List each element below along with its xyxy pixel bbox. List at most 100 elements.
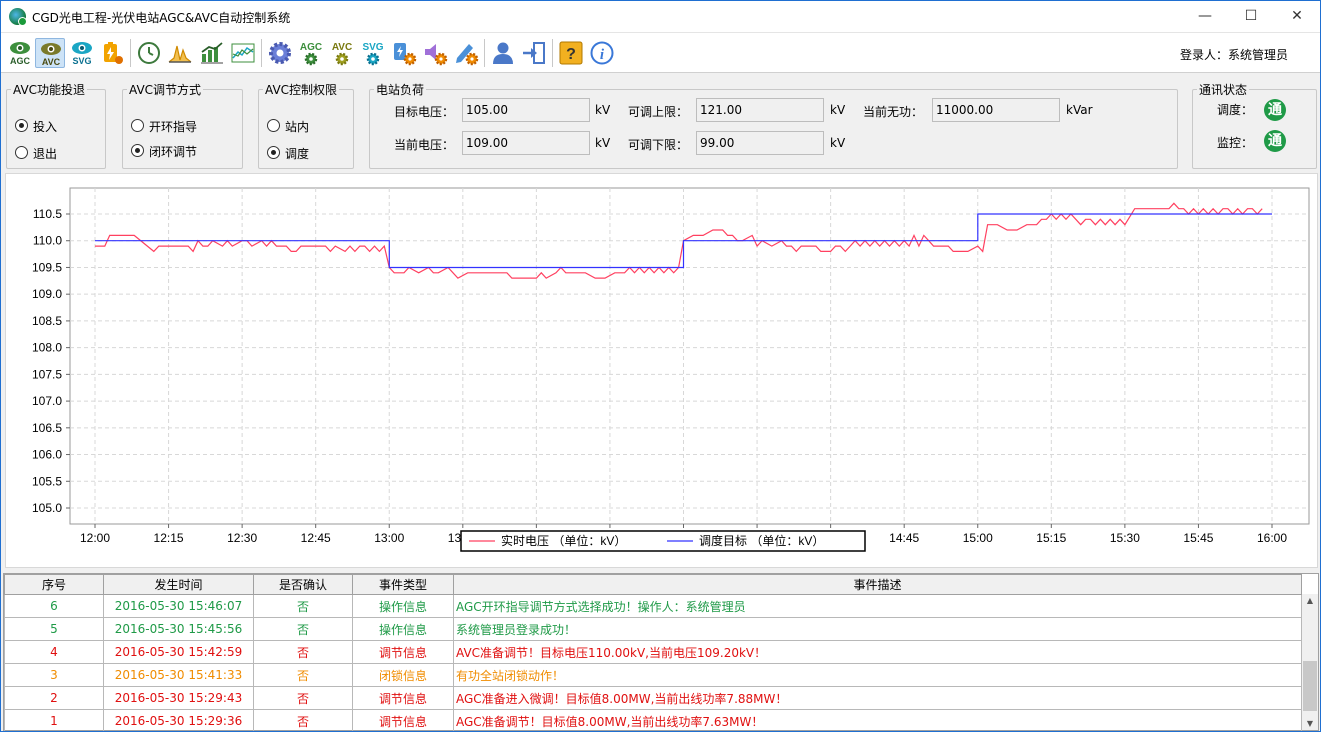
scroll-up-button[interactable]: ▲ bbox=[1302, 596, 1318, 605]
x-tick-label: 12:15 bbox=[154, 531, 184, 545]
table-row[interactable]: 5 2016-05-30 15:45:56 否操作信息 系统管理员登录成功！ bbox=[4, 617, 1302, 641]
avc-mode-group: AVC调节方式 开环指导 闭环调节 bbox=[122, 81, 243, 169]
radio-empty-icon bbox=[15, 146, 28, 159]
station-load-group: 电站负荷 bbox=[369, 81, 1178, 169]
agc-settings-button[interactable]: AGC bbox=[296, 38, 326, 68]
svg-text:AGC: AGC bbox=[10, 56, 31, 66]
logout-button[interactable] bbox=[519, 38, 549, 68]
reactive-power-unit: kVar bbox=[1066, 103, 1093, 117]
toolbar-separator bbox=[484, 39, 485, 67]
table-cell-no: 1 bbox=[4, 709, 104, 731]
y-tick-label: 106.5 bbox=[32, 421, 62, 435]
table-cell-time: 2016-05-30 15:41:33 bbox=[103, 663, 254, 687]
x-tick-label: 13:00 bbox=[374, 531, 404, 545]
column-header[interactable]: 是否确认 bbox=[253, 574, 353, 595]
avc-settings-button[interactable]: AVC bbox=[327, 38, 357, 68]
column-header[interactable]: 事件类型 bbox=[352, 574, 454, 595]
avc-switch-title: AVC功能投退 bbox=[13, 83, 86, 97]
monitor-status-badge: 通 bbox=[1264, 130, 1286, 152]
closed-loop-radio[interactable]: 闭环调节 bbox=[131, 143, 198, 160]
scroll-down-button[interactable]: ▼ bbox=[1302, 719, 1318, 728]
eye-icon: AVC bbox=[41, 43, 61, 67]
scrollbar-thumb[interactable] bbox=[1303, 661, 1317, 711]
table-cell-confirmed: 否 bbox=[253, 640, 353, 664]
y-tick-label: 105.0 bbox=[32, 501, 62, 515]
table-cell-no: 6 bbox=[4, 594, 104, 618]
close-button[interactable]: ✕ bbox=[1274, 1, 1320, 32]
radio-selected-icon bbox=[15, 119, 28, 132]
login-arrow-icon bbox=[523, 42, 545, 64]
y-tick-label: 108.0 bbox=[32, 341, 62, 355]
agc-monitor-button[interactable]: AGC bbox=[5, 38, 35, 68]
avc-authority-title: AVC控制权限 bbox=[265, 83, 338, 97]
table-row[interactable]: 6 2016-05-30 15:46:07 否操作信息 AGC开环指导调节方式选择成功… bbox=[4, 594, 1302, 618]
minimize-button[interactable]: — bbox=[1182, 1, 1228, 32]
toolbar: AGC AVC SVG AGC AVC SVG ? i 登录人：系统管理员 bbox=[1, 32, 1320, 73]
y-tick-label: 110.0 bbox=[33, 234, 62, 248]
svg-monitor-button[interactable]: SVG bbox=[67, 38, 97, 68]
power-button[interactable] bbox=[97, 38, 127, 68]
avc-monitor-button[interactable]: AVC bbox=[35, 38, 65, 68]
target-voltage-field: 105.00 bbox=[462, 98, 590, 122]
about-button[interactable]: i bbox=[587, 38, 617, 68]
column-header[interactable]: 事件描述 bbox=[453, 574, 1302, 595]
avc-mode-title: AVC调节方式 bbox=[129, 83, 202, 97]
voltage-chart-svg: 105.0 105.5 106.0 106.5 107.0 107.5 108.0 108.5… bbox=[32, 187, 1310, 552]
table-cell-desc: 系统管理员登录成功！ bbox=[453, 617, 1302, 641]
radio-empty-icon bbox=[267, 119, 280, 132]
line-chart-button[interactable] bbox=[228, 38, 258, 68]
x-tick-label: 14:45 bbox=[889, 531, 919, 545]
edit-settings-button[interactable] bbox=[451, 38, 481, 68]
avc-switch-group: AVC功能投退 投入 退出 bbox=[6, 81, 106, 169]
peak-chart-button[interactable] bbox=[165, 38, 195, 68]
table-row[interactable]: 4 2016-05-30 15:42:59 否调节信息 AVC准备调节！目标电压110… bbox=[4, 640, 1302, 664]
avc-authority-group: AVC控制权限 站内 调度 bbox=[258, 81, 354, 169]
table-cell-type: 调节信息 bbox=[352, 686, 454, 710]
clock-button[interactable] bbox=[134, 38, 164, 68]
login-user-label: 登录人：系统管理员 bbox=[1179, 48, 1288, 62]
column-header[interactable]: 序号 bbox=[4, 574, 104, 595]
table-row[interactable]: 1 2016-05-30 15:29:36 否调节信息 AGC准备调节！目标值8.00… bbox=[4, 709, 1302, 731]
battery-bolt-icon bbox=[104, 42, 123, 64]
table-cell-desc: AVC准备调节！目标电压110.00kV,当前电压109.20kV！ bbox=[453, 640, 1302, 664]
comm-status-group: 通讯状态 bbox=[1192, 81, 1317, 169]
legend-label: 实时电压 （单位：kV） bbox=[501, 533, 626, 548]
user-icon bbox=[493, 42, 513, 64]
x-tick-label: 16:00 bbox=[1257, 531, 1287, 545]
gear-icon: SVG bbox=[362, 42, 384, 66]
svg-text:AVC: AVC bbox=[332, 42, 352, 53]
sound-settings-button[interactable] bbox=[420, 38, 450, 68]
y-tick-label: 109.0 bbox=[32, 287, 62, 301]
speaker-gear-icon bbox=[425, 44, 448, 66]
station-radio[interactable]: 站内 bbox=[267, 118, 309, 135]
radio-label: 闭环调节 bbox=[149, 145, 198, 159]
table-row[interactable]: 3 2016-05-30 15:41:33 否闭锁信息 有功全站闭锁动作！ bbox=[4, 663, 1302, 687]
table-cell-time: 2016-05-30 15:29:43 bbox=[103, 686, 254, 710]
table-row[interactable]: 2 2016-05-30 15:29:43 否调节信息 AGC准备进入微调！目标值8.… bbox=[4, 686, 1302, 710]
lower-limit-unit: kV bbox=[830, 136, 846, 150]
vertical-scrollbar[interactable]: ▲ ▼ bbox=[1302, 594, 1318, 730]
maximize-button[interactable]: ☐ bbox=[1228, 1, 1274, 32]
x-tick-label: 12:30 bbox=[227, 531, 257, 545]
open-loop-radio[interactable]: 开环指导 bbox=[131, 118, 197, 135]
settings-button[interactable] bbox=[265, 38, 295, 68]
power-settings-button[interactable] bbox=[389, 38, 419, 68]
dispatch-radio[interactable]: 调度 bbox=[267, 145, 309, 162]
bar-chart-button[interactable] bbox=[197, 38, 227, 68]
x-tick-label: 15:30 bbox=[1110, 531, 1140, 545]
plot-area bbox=[69, 187, 1310, 525]
y-tick-label: 110.5 bbox=[33, 207, 62, 221]
table-cell-confirmed: 否 bbox=[253, 617, 353, 641]
x-tick-label: 12:00 bbox=[80, 531, 110, 545]
bar-chart-icon bbox=[201, 42, 223, 64]
svg-text:AVC: AVC bbox=[42, 57, 61, 67]
help-button[interactable]: ? bbox=[556, 38, 586, 68]
avc-off-radio[interactable]: 退出 bbox=[15, 145, 57, 162]
avc-on-radio[interactable]: 投入 bbox=[15, 118, 57, 135]
user-button[interactable] bbox=[488, 38, 518, 68]
column-header[interactable]: 发生时间 bbox=[103, 574, 254, 595]
gear-icon bbox=[269, 42, 291, 64]
svg-settings-button[interactable]: SVG bbox=[358, 38, 388, 68]
table-cell-time: 2016-05-30 15:42:59 bbox=[103, 640, 254, 664]
upper-limit-label: 可调上限： bbox=[628, 105, 689, 119]
